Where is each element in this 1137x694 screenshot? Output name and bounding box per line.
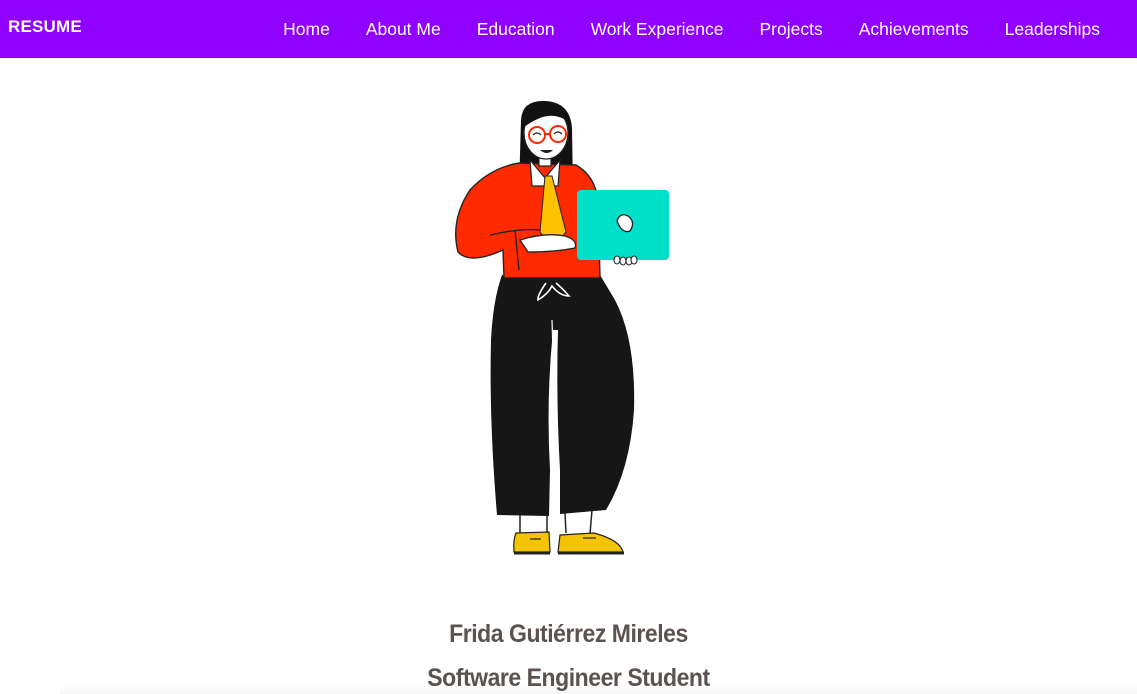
nav-link-education[interactable]: Education (459, 2, 573, 56)
section-divider-shadow (60, 684, 1137, 694)
nav-link-leaderships[interactable]: Leaderships (987, 2, 1118, 56)
nav-link-projects[interactable]: Projects (742, 2, 841, 56)
profile-name: Frida Gutiérrez Mireles (449, 619, 688, 648)
top-navbar: RESUME Home About Me Education Work Expe… (0, 0, 1137, 58)
nav-link-home[interactable]: Home (265, 2, 348, 56)
nav-link-about-me[interactable]: About Me (348, 2, 459, 56)
brand-logo-link[interactable]: RESUME (8, 0, 82, 58)
nav-link-achievements[interactable]: Achievements (841, 2, 987, 56)
nav-links: Home About Me Education Work Experience … (265, 0, 1118, 58)
nav-link-work-experience[interactable]: Work Experience (573, 2, 742, 56)
woman-with-laptop-illustration (455, 100, 669, 555)
